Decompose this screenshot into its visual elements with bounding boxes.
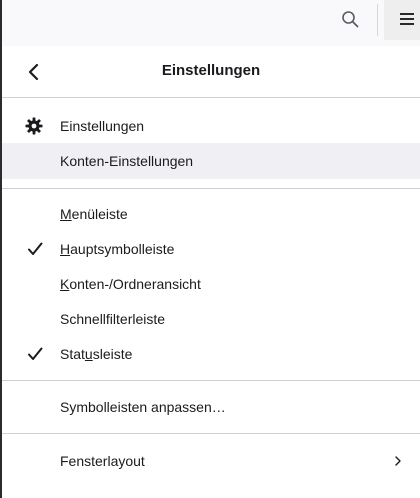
menu-item-window-layout[interactable]: Fensterlayout (2, 443, 420, 479)
panel-header: Einstellungen (2, 46, 420, 97)
menu-item-account-settings[interactable]: Konten-Einstellungen (2, 143, 420, 179)
hamburger-menu-icon (400, 13, 414, 15)
menu-separator (2, 97, 420, 98)
menu-item-label: Stat (60, 346, 85, 362)
menu-item-menu-bar[interactable]: Menüleiste (2, 196, 420, 232)
checkmark-icon (28, 347, 43, 360)
menu-item-label: sleiste (92, 346, 133, 362)
checkmark-icon (28, 242, 43, 255)
menu-separator (2, 188, 420, 189)
gear-icon (25, 117, 43, 135)
menu-separator (2, 380, 420, 381)
search-icon[interactable] (340, 9, 362, 31)
chevron-right-icon (395, 456, 401, 466)
panel-title: Einstellungen (161, 62, 261, 79)
menu-item-main-toolbar[interactable]: Hauptsymbolleiste (2, 231, 420, 267)
accesskey-letter: M (60, 206, 72, 222)
top-toolbar (2, 0, 420, 46)
menu-item-folder-pane[interactable]: Konten-/Ordneransicht (2, 266, 420, 302)
menu-item-settings[interactable]: Einstellungen (2, 108, 420, 144)
menu-item-label: Einstellungen (60, 118, 145, 134)
menu-item-quick-filter-bar[interactable]: Schnellfilterleiste (2, 301, 420, 337)
menu-item-label: Konten-Einstellungen (60, 153, 194, 169)
menu-item-label: enüleiste (71, 206, 128, 222)
menu-item-label: Schnellfilterleiste (60, 311, 166, 327)
app-menu-button[interactable] (384, 0, 420, 40)
menu-item-status-bar[interactable]: Statusleiste (2, 336, 420, 372)
app-menu-panel: Einstellungen Einstellungen Konten-Einst… (2, 46, 420, 498)
accesskey-letter: K (60, 276, 70, 292)
menu-item-customize-toolbars[interactable]: Symbolleisten anpassen… (2, 389, 420, 425)
menu-item-label: auptsymbolleiste (70, 241, 175, 257)
accesskey-letter: u (84, 346, 93, 362)
accesskey-letter: H (60, 241, 71, 257)
menu-separator (2, 433, 420, 434)
toolbar-separator (377, 4, 378, 36)
menu-item-label: Fensterlayout (60, 453, 145, 469)
menu-item-label: onten-/Ordneransicht (69, 276, 201, 292)
menu-item-label: Symbolleisten anpassen… (60, 399, 226, 415)
